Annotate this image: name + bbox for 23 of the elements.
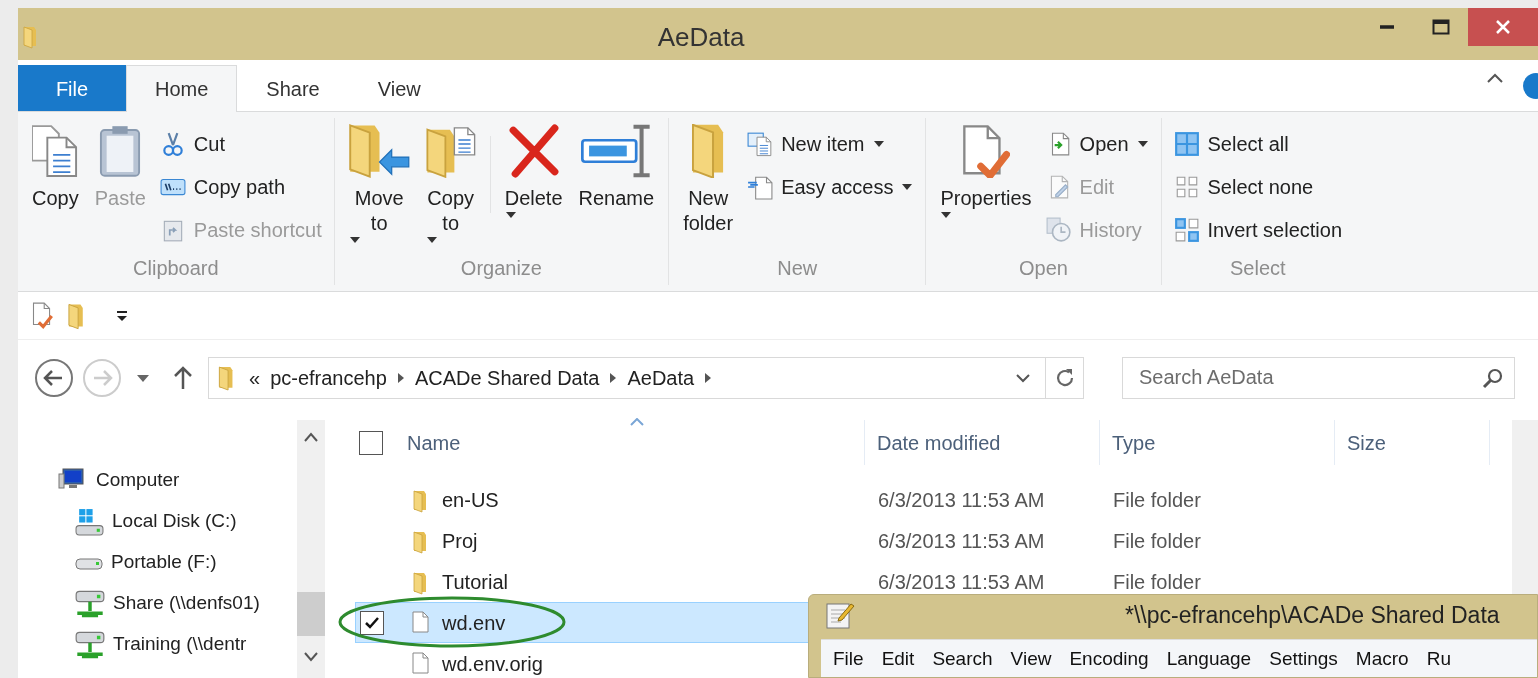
- tree-label: Computer: [96, 468, 180, 493]
- date-modified: 6/3/2013 11:53 AM: [878, 528, 1045, 554]
- file-name: wd.env: [442, 610, 506, 636]
- window-title: AeData: [656, 21, 746, 54]
- group-label: New: [776, 256, 819, 281]
- date-modified: 6/3/2013 11:53 AM: [878, 487, 1045, 513]
- file-type: File folder: [1113, 569, 1201, 595]
- file-type: File folder: [1113, 528, 1201, 554]
- tree-label: Share (\\denfs01): [113, 591, 260, 616]
- group-label: Select: [1228, 256, 1287, 281]
- file-name: en-US: [442, 487, 499, 513]
- tree-label: Portable (F:): [111, 550, 217, 575]
- file-type: File folder: [1113, 487, 1201, 513]
- group-label: Clipboard: [132, 256, 220, 281]
- tree-label: Local Disk (C:): [112, 509, 237, 534]
- editor-title: *\\pc-efrancehp\ACADe Shared Data: [1125, 600, 1500, 630]
- file-name: Proj: [442, 528, 478, 554]
- group-label: Organize: [459, 256, 543, 281]
- file-name: Tutorial: [442, 569, 508, 595]
- file-name: wd.env.orig: [442, 651, 543, 677]
- group-label: Open: [1018, 256, 1069, 281]
- date-modified: 6/3/2013 11:53 AM: [878, 569, 1045, 595]
- tree-label: Training (\\dentr: [113, 632, 247, 657]
